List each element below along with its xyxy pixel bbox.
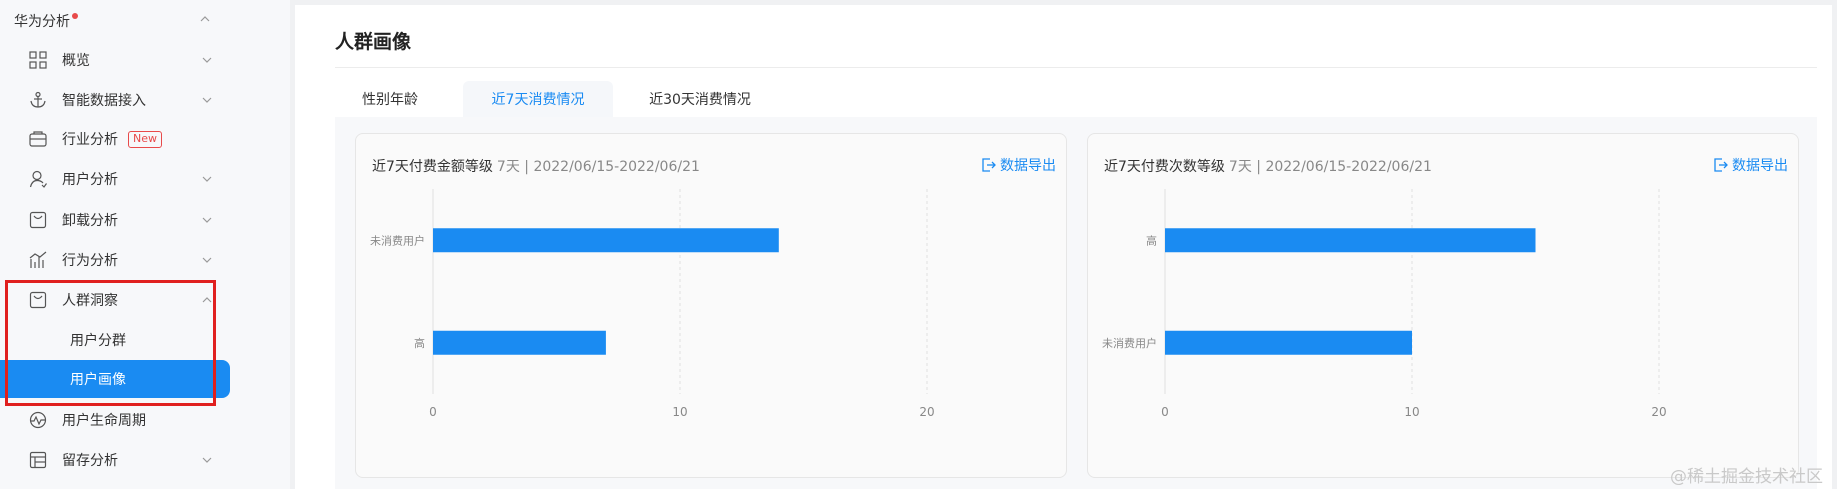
chevron-down-icon [202,217,212,223]
x-tick-label: 0 [429,405,437,419]
x-tick-label: 10 [1404,405,1419,419]
chevron-down-icon [202,457,212,463]
y-category-label: 未消费用户 [1102,336,1157,350]
anchor-icon [28,90,48,110]
table-icon [28,450,48,470]
y-category-label: 未消费用户 [370,233,425,247]
sidebar-item-label: 智能数据接入 [62,93,146,109]
y-category-label: 高 [1146,233,1157,247]
bar[interactable] [433,228,779,253]
uninstall-icon [28,210,48,230]
user-icon [28,169,48,189]
bar[interactable] [1165,330,1412,355]
sidebar-item-label: 行为分析 [62,253,118,269]
sidebar-item-label: 概览 [62,53,90,69]
sidebar-item-uninstall[interactable]: 卸载分析 [28,206,228,234]
sidebar: 华为分析 概览 智能数据接入 行业分析 New 用户分析 卸载分析 行为分析 人… [0,0,290,489]
x-tick-label: 20 [919,405,934,419]
x-tick-label: 10 [672,405,687,419]
bar-chart-icon [28,250,48,270]
chevron-down-icon [202,97,212,103]
bar-chart: 0 10 20 未消费用户高 [370,189,935,419]
sidebar-item-overview[interactable]: 概览 [28,46,228,74]
tab-gender-age[interactable]: 性别年龄 [335,81,445,117]
sidebar-item-behavior[interactable]: 行为分析 [28,246,228,274]
main-panel: 人群画像 性别年龄 近7天消费情况 近30天消费情况 近7天付费金额等级 7天 |… [295,5,1832,489]
x-tick-label: 20 [1651,405,1666,419]
highlight-box [5,280,216,406]
sidebar-item-label: 留存分析 [62,453,118,469]
sidebar-group-label: 华为分析 [14,14,70,30]
sidebar-item-retention[interactable]: 留存分析 [28,446,228,474]
bar-chart: 0 10 20 高未消费用户 [1102,189,1667,419]
watermark: @稀土掘金技术社区 [1670,467,1823,487]
industry-icon [28,129,48,149]
notification-dot [72,13,78,19]
bar[interactable] [1165,228,1536,253]
sidebar-item-data-access[interactable]: 智能数据接入 [28,86,228,114]
chevron-up-icon[interactable] [198,12,212,26]
tab-7day-spending[interactable]: 近7天消费情况 [463,81,613,117]
chart-card-amount: 近7天付费金额等级 7天 | 2022/06/15-2022/06/21 数据导出… [355,133,1067,478]
new-badge: New [128,130,162,148]
pulse-icon [28,410,48,430]
bar[interactable] [433,330,606,355]
sidebar-item-lifecycle[interactable]: 用户生命周期 [28,406,228,434]
x-tick-label: 0 [1161,405,1169,419]
tab-30day-spending[interactable]: 近30天消费情况 [625,81,775,117]
divider [335,67,1817,68]
sidebar-item-label: 卸载分析 [62,213,118,229]
chevron-down-icon [202,176,212,182]
sidebar-item-user-analysis[interactable]: 用户分析 [28,165,228,193]
chevron-down-icon [202,257,212,263]
sidebar-item-label: 用户分析 [62,172,118,188]
grid-icon [28,50,48,70]
chevron-down-icon [202,57,212,63]
sidebar-item-label: 用户生命周期 [62,413,146,429]
page-title: 人群画像 [335,31,412,53]
sidebar-group-header[interactable]: 华为分析 [14,10,78,32]
chart-card-count: 近7天付费次数等级 7天 | 2022/06/15-2022/06/21 数据导出… [1087,133,1799,478]
y-category-label: 高 [414,336,425,350]
sidebar-item-industry[interactable]: 行业分析 New [28,125,228,153]
sidebar-item-label: 行业分析 [62,132,118,148]
